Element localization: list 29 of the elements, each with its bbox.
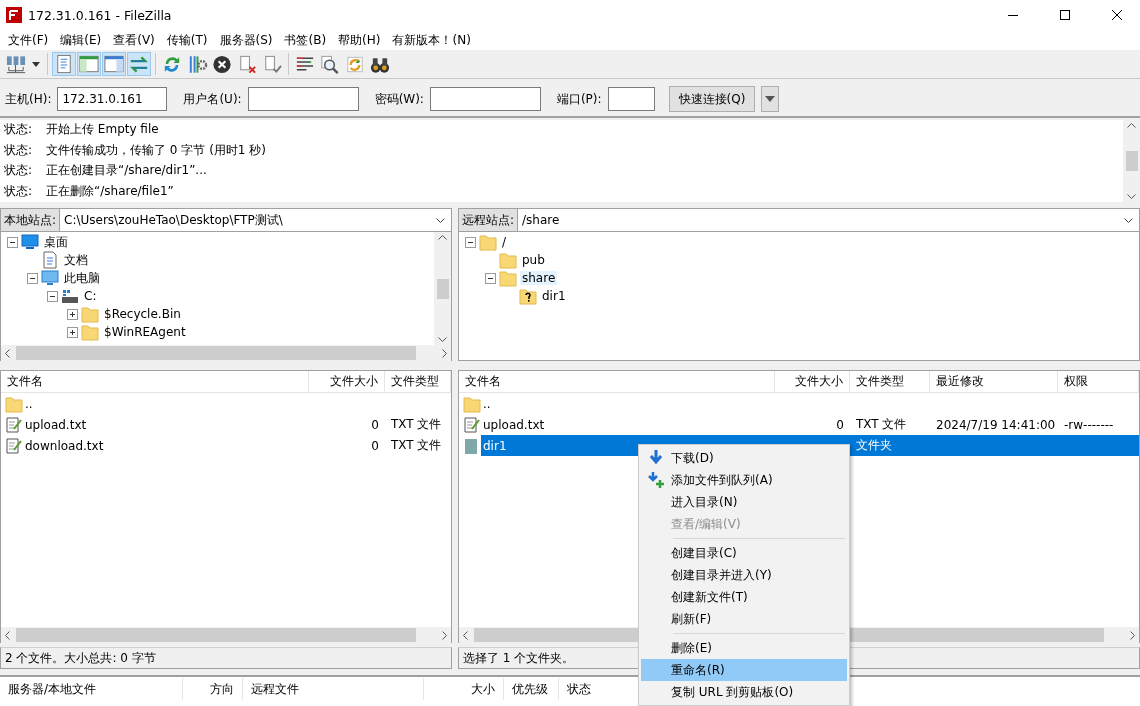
table-cell: 2024/7/19 14:41:00 [936,417,1056,432]
table-cell: TXT 文件 [856,416,907,433]
table-cell: TXT 文件 [391,437,442,454]
log-label: 状态: [4,182,33,200]
table-cell: 文件夹 [856,437,892,454]
file-name: upload.txt [25,417,87,432]
table-cell: 0 [836,417,844,432]
field-label: 主机(H): [5,90,52,108]
field-label: 用户名(U): [183,90,242,108]
table-cell: TXT 文件 [391,416,442,433]
file-name: .. [483,396,491,411]
log-message: 文件传输成功，传输了 0 字节 (用时1 秒) [46,141,266,159]
file-name: .. [25,396,33,411]
table-cell: 0 [371,438,379,453]
status-text: 2 个文件。大小总共: 0 字节 [0,647,452,669]
table-cell: 0 [371,417,379,432]
field-label: 密码(W): [374,90,424,108]
window-title: 172.31.0.161 - FileZilla [28,7,173,23]
log-label: 状态: [4,141,33,159]
log-message: 开始上传 Empty file [46,121,159,138]
log-message: 正在创建目录“/share/dir1”... [46,162,207,179]
table-cell: -rw------- [1064,417,1114,432]
log-label: 状态: [4,121,33,138]
field-label: 端口(P): [556,90,602,108]
file-name: upload.txt [483,417,545,432]
log-message: 正在删除“/share/file1” [46,182,174,200]
file-name: dir1 [483,438,507,453]
log-label: 状态: [4,162,33,179]
file-name: download.txt [25,438,104,453]
